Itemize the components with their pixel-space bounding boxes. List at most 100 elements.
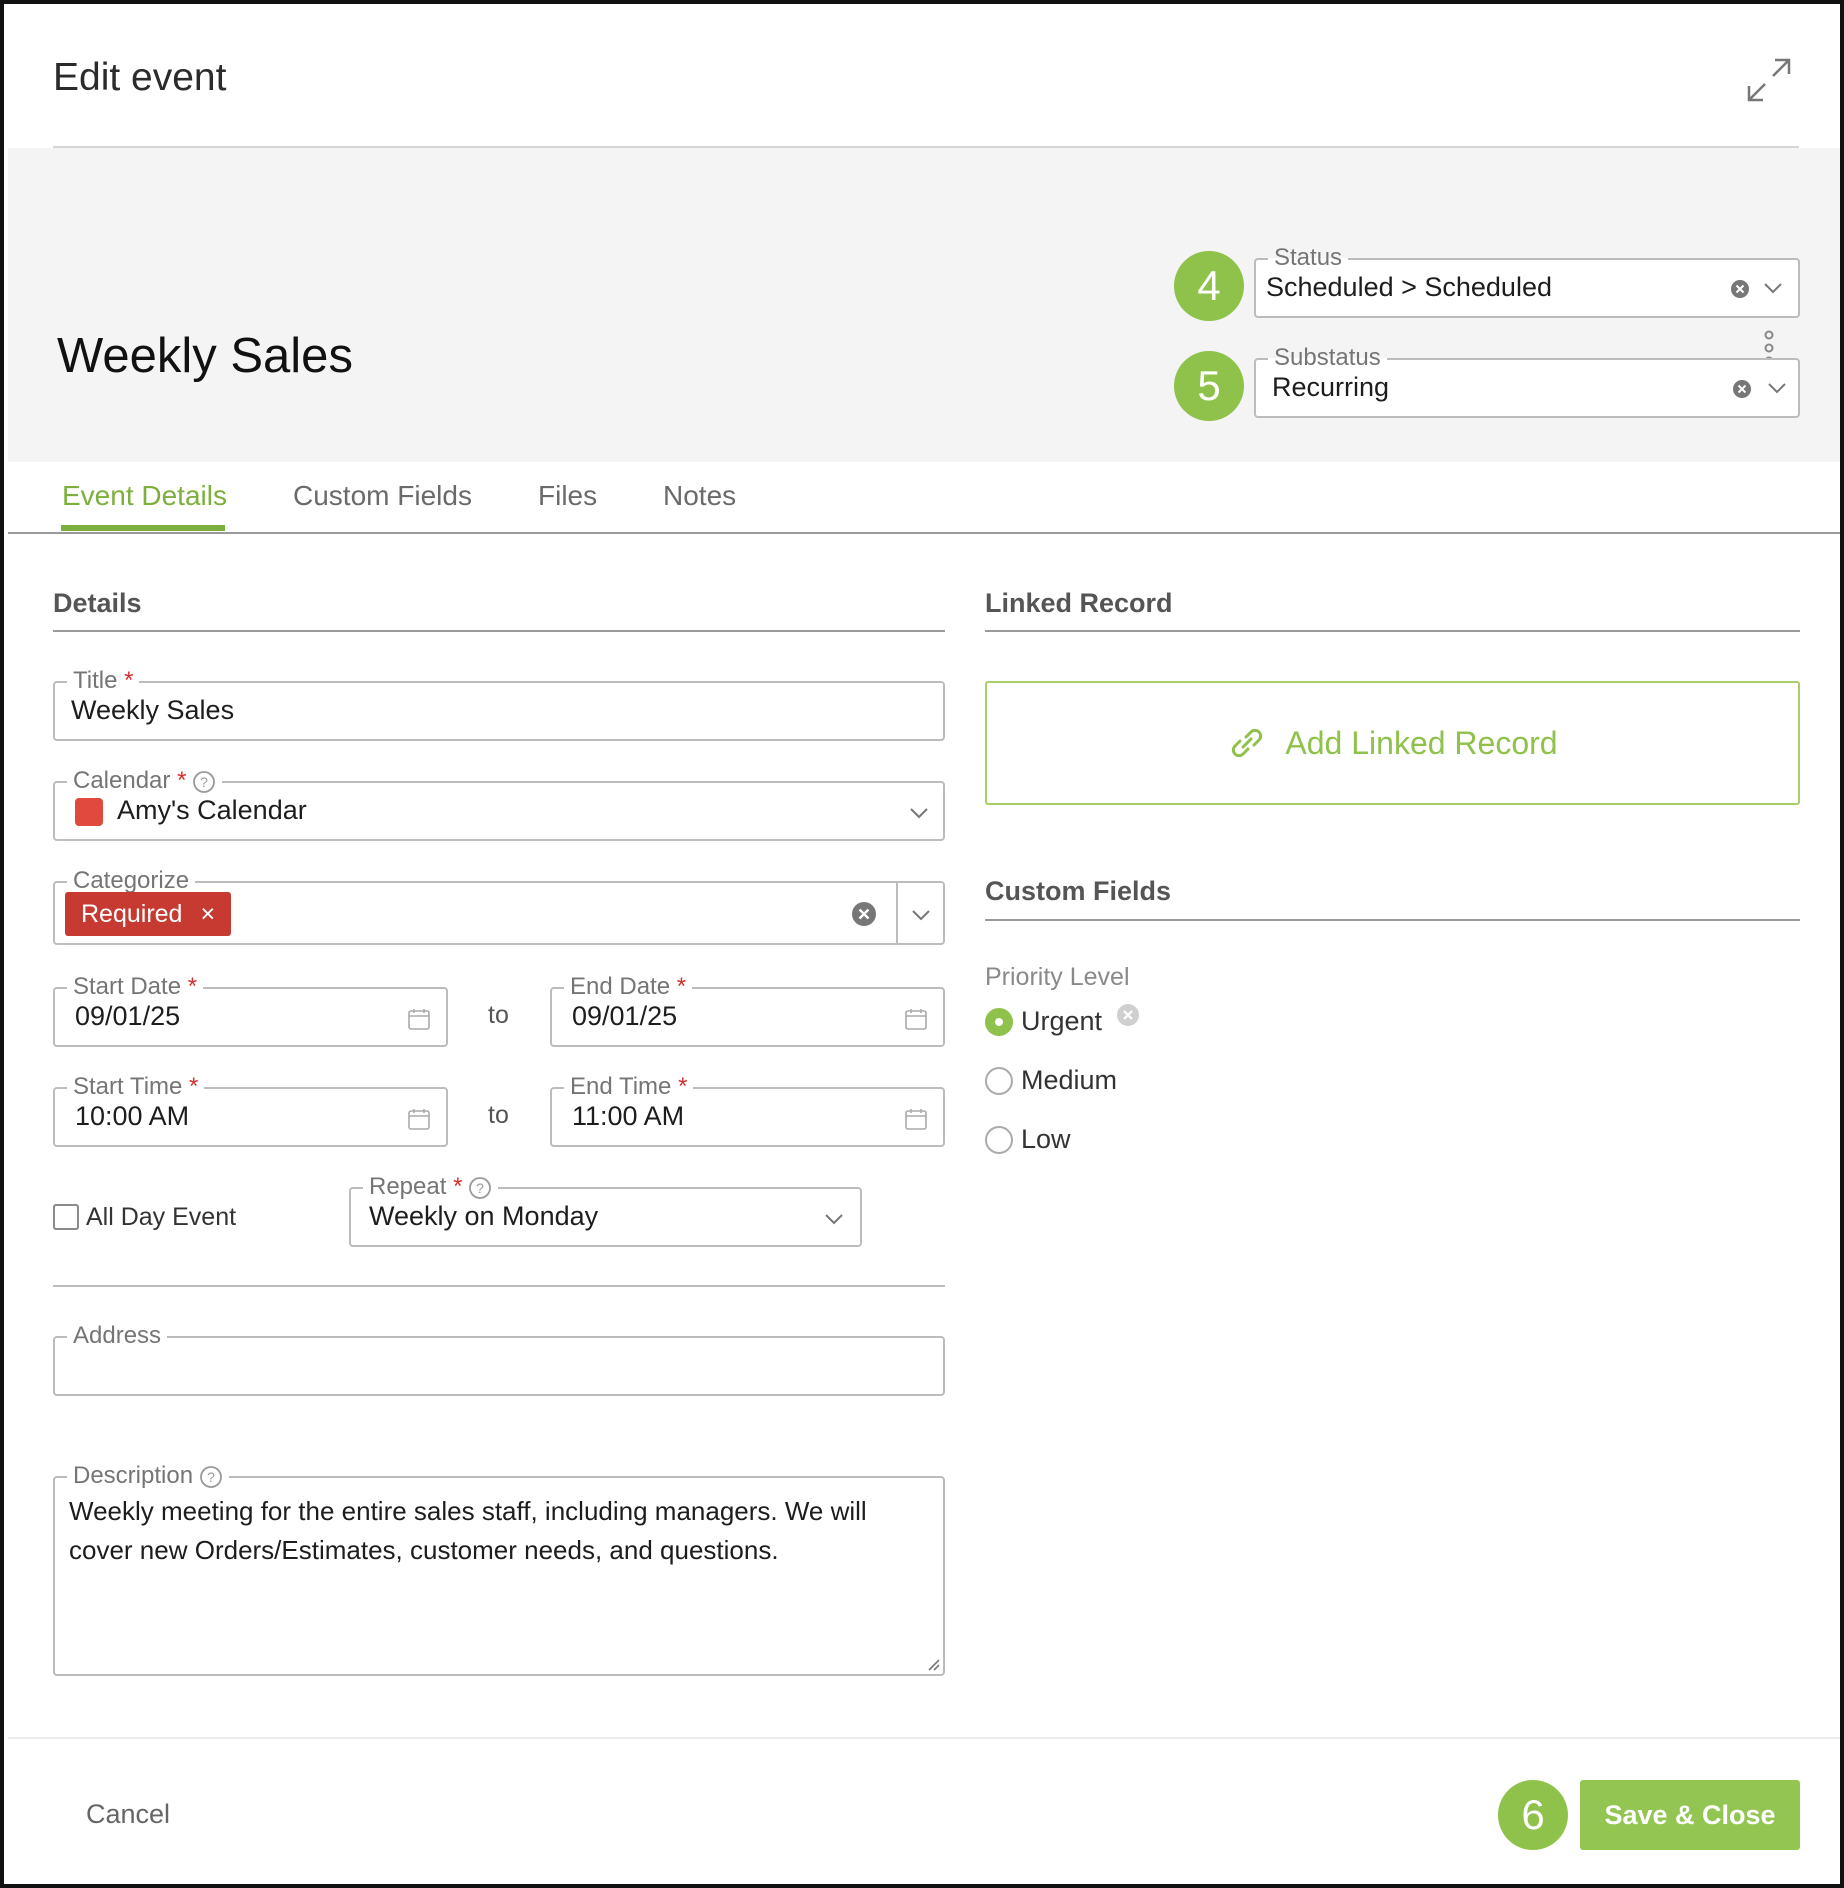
tab-files[interactable]: Files [538,480,597,512]
step-badge-4: 4 [1174,251,1244,321]
calendar-icon[interactable] [407,1007,431,1031]
svg-text:?: ? [477,1180,485,1196]
date-range-separator: to [488,1001,509,1029]
status-select[interactable]: Status Scheduled > Scheduled [1254,243,1800,318]
required-marker: * [678,1073,688,1100]
details-divider [53,630,945,632]
required-marker: * [453,1173,463,1200]
clear-icon[interactable] [1730,279,1750,299]
calendar-color-swatch [75,798,103,826]
clear-icon[interactable] [851,901,877,927]
substatus-select[interactable]: Substatus Recurring [1254,343,1800,418]
chip-remove-icon[interactable]: × [200,900,215,929]
calendar-value: Amy's Calendar [117,795,307,825]
custom-fields-section-title: Custom Fields [985,876,1172,906]
start-time-value: 10:00 AM [75,1101,190,1131]
help-icon[interactable]: ? [199,1465,223,1489]
start-date-value: 09/01/25 [75,1001,181,1031]
tab-event-details[interactable]: Event Details [62,480,227,512]
calendar-select[interactable]: Calendar *? Amy's Calendar [53,766,945,841]
required-marker: * [189,1073,199,1100]
help-icon[interactable]: ? [192,770,216,794]
resize-handle-icon[interactable] [925,1656,941,1672]
add-linked-record-button[interactable]: Add Linked Record [985,681,1800,805]
repeat-label: Repeat [369,1173,447,1200]
chevron-down-icon[interactable] [908,805,930,821]
title-label: Title [73,667,118,694]
dialog-title: Edit event [53,56,227,99]
priority-option-label: Low [1021,1124,1071,1154]
edit-event-dialog: Edit event Weekly Sales 4 Status Schedul… [0,0,1844,1888]
start-date-field[interactable]: Start Date * 09/01/25 [53,972,448,1047]
calendar-icon[interactable] [904,1107,928,1131]
expand-icon[interactable] [1745,56,1793,104]
details-section-title: Details [53,588,142,618]
category-chip-label: Required [81,899,183,928]
description-label: Description [73,1462,194,1489]
priority-option-urgent[interactable]: Urgent [985,1003,1140,1037]
title-value: Weekly Sales [71,695,235,725]
required-marker: * [177,767,187,794]
substatus-value: Recurring [1272,372,1390,402]
status-value: Scheduled > Scheduled [1266,272,1552,302]
cancel-button[interactable]: Cancel [86,1799,170,1830]
calendar-icon[interactable] [407,1107,431,1131]
clear-icon[interactable] [1116,1003,1140,1027]
priority-option-label: Medium [1021,1065,1118,1095]
priority-option-medium[interactable]: Medium [985,1065,1117,1096]
required-marker: * [187,973,198,1000]
end-time-field[interactable]: End Time * 11:00 AM [550,1072,945,1147]
calendar-icon[interactable] [904,1007,928,1031]
start-date-label: Start Date [73,973,182,1000]
priority-option-label: Urgent [1021,1006,1103,1036]
details-separator [53,1285,945,1287]
footer-divider [8,1737,1840,1739]
active-tab-indicator [61,525,225,531]
end-time-label: End Time [570,1073,672,1100]
end-date-label: End Date [570,973,671,1000]
chevron-down-icon[interactable] [910,907,932,923]
custom-fields-divider [985,919,1800,921]
help-icon[interactable]: ? [468,1176,492,1200]
svg-text:?: ? [207,1469,215,1485]
chevron-down-icon[interactable] [1766,380,1788,396]
linked-record-section-title: Linked Record [985,588,1173,618]
clear-icon[interactable] [1732,379,1752,399]
repeat-value: Weekly on Monday [369,1201,599,1231]
svg-text:?: ? [201,774,209,790]
link-icon [1232,728,1263,758]
radio-unselected[interactable] [985,1066,1013,1095]
save-and-close-button[interactable]: Save & Close [1580,1780,1800,1850]
linked-record-divider [985,630,1800,632]
radio-selected[interactable] [985,1007,1013,1036]
chevron-down-icon[interactable] [823,1211,845,1227]
tab-notes[interactable]: Notes [663,480,736,512]
time-range-separator: to [488,1101,509,1129]
priority-level-label: Priority Level [985,963,1130,991]
start-time-label: Start Time [73,1073,183,1100]
add-linked-record-label: Add Linked Record [1285,724,1558,761]
title-field[interactable]: Title * Weekly Sales [53,666,945,741]
status-label: Status [1268,243,1349,273]
required-marker: * [676,973,687,1000]
priority-option-low[interactable]: Low [985,1124,1071,1155]
tab-bar: Event Details Custom Fields Files Notes [8,462,1840,534]
end-date-value: 09/01/25 [572,1001,678,1031]
start-time-field[interactable]: Start Time * 10:00 AM [53,1072,448,1147]
category-chip: Required × [65,892,232,936]
end-date-field[interactable]: End Date * 09/01/25 [550,972,945,1047]
calendar-label: Calendar [73,767,171,794]
tab-custom-fields[interactable]: Custom Fields [293,480,472,512]
radio-unselected[interactable] [985,1125,1013,1154]
all-day-label[interactable]: All Day Event [86,1203,236,1232]
repeat-select[interactable]: Repeat *? Weekly on Monday [349,1172,862,1247]
address-label: Address [67,1321,168,1351]
categorize-select[interactable]: Categorize Required × [53,866,945,945]
chevron-down-icon[interactable] [1762,280,1784,296]
all-day-checkbox[interactable] [53,1204,79,1230]
description-value: Weekly meeting for the entire sales staf… [69,1496,867,1565]
address-field[interactable]: Address [53,1321,945,1396]
end-time-value: 11:00 AM [572,1101,685,1131]
description-textarea[interactable]: Description? Weekly meeting for the enti… [53,1461,945,1676]
event-header: Weekly Sales 4 Status Scheduled > Schedu… [8,148,1840,462]
